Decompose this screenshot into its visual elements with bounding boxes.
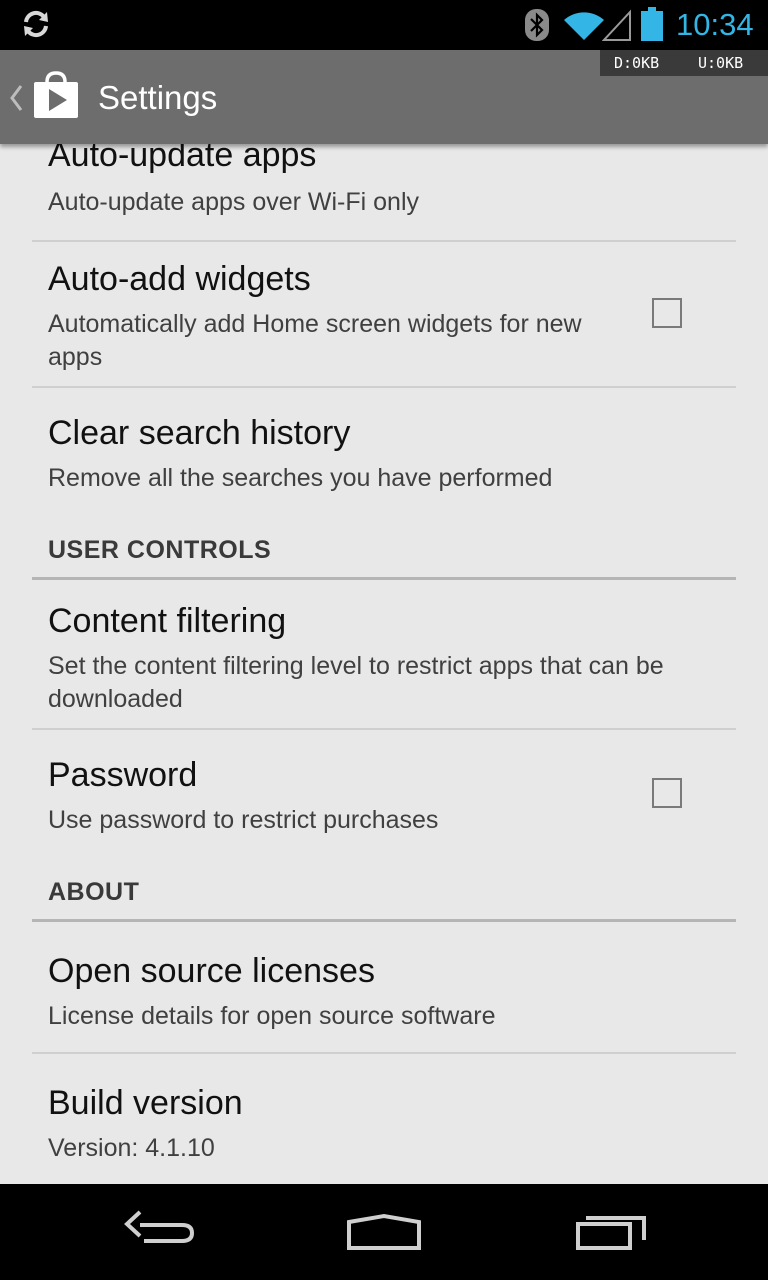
screen: 10:34 Settings D:0KB U:0KB Auto-update a…: [0, 0, 768, 1280]
home-icon: [347, 1213, 421, 1250]
download-usage: D:0KB: [614, 54, 660, 72]
setting-build-version[interactable]: Build version Version: 4.1.10: [32, 1054, 736, 1184]
status-clock: 10:34: [676, 7, 754, 42]
status-bar: 10:34: [0, 0, 768, 50]
navigation-bar: [0, 1184, 768, 1280]
section-header-about: ABOUT: [48, 878, 140, 906]
setting-summary: License details for open source software: [48, 1002, 496, 1030]
data-usage-badge: D:0KB U:0KB: [600, 50, 768, 76]
setting-title: Open source licenses: [48, 952, 375, 990]
up-navigation-button[interactable]: Settings: [0, 50, 240, 144]
setting-content-filtering[interactable]: Content filtering Set the content filter…: [32, 580, 736, 728]
sync-icon: [24, 10, 48, 38]
chevron-left-icon: [10, 85, 23, 111]
setting-summary: Auto-update apps over Wi-Fi only: [48, 188, 420, 216]
setting-auto-add-widgets[interactable]: Auto-add widgets Automatically add Home …: [32, 242, 736, 386]
setting-summary: Version: 4.1.10: [48, 1134, 215, 1162]
setting-summary: Remove all the searches you have perform…: [48, 464, 553, 492]
setting-open-source-licenses[interactable]: Open source licenses License details for…: [32, 922, 736, 1052]
settings-list[interactable]: Auto-update apps Auto-update apps over W…: [0, 144, 768, 1184]
action-bar: Settings D:0KB U:0KB: [0, 50, 768, 144]
setting-summary: Set the content filtering level to restr…: [48, 652, 664, 713]
setting-title: Clear search history: [48, 414, 351, 452]
password-checkbox[interactable]: [652, 778, 682, 808]
home-button[interactable]: [329, 1198, 439, 1266]
setting-summary: Use password to restrict purchases: [48, 806, 439, 834]
battery-icon: [641, 7, 663, 41]
setting-password[interactable]: Password Use password to restrict purcha…: [32, 730, 736, 854]
section-header-user-controls: USER CONTROLS: [48, 536, 272, 564]
setting-clear-search-history[interactable]: Clear search history Remove all the sear…: [32, 388, 736, 508]
cell-signal-icon: [602, 9, 631, 41]
recents-icon: [576, 1216, 646, 1250]
setting-title: Auto-update apps: [48, 144, 317, 174]
back-icon: [124, 1210, 195, 1243]
setting-auto-update-apps[interactable]: Auto-update apps Auto-update apps over W…: [32, 144, 736, 240]
auto-add-widgets-checkbox[interactable]: [652, 298, 682, 328]
play-store-icon: [34, 71, 78, 118]
setting-summary: Automatically add Home screen widgets fo…: [48, 310, 582, 371]
setting-title: Password: [48, 756, 198, 794]
back-button[interactable]: [104, 1198, 214, 1266]
recents-button[interactable]: [556, 1198, 666, 1266]
bluetooth-icon: [525, 9, 549, 41]
page-title: Settings: [98, 79, 218, 116]
setting-title: Content filtering: [48, 602, 287, 640]
setting-title: Auto-add widgets: [48, 260, 311, 298]
setting-title: Build version: [48, 1084, 243, 1122]
upload-usage: U:0KB: [698, 54, 744, 72]
wifi-icon: [564, 12, 604, 40]
